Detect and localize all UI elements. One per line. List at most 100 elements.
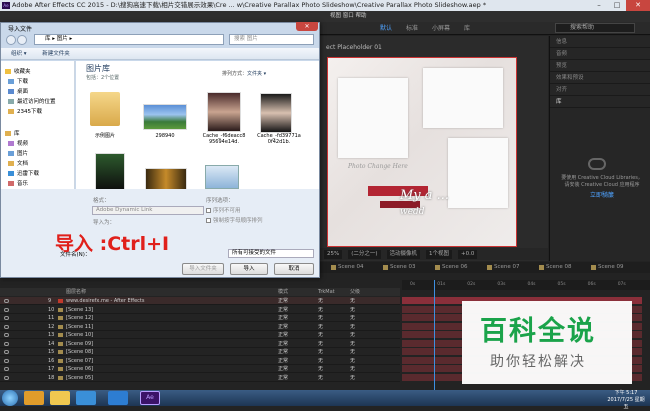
panel-info[interactable]: 信息 bbox=[550, 36, 650, 48]
trkmat-select[interactable]: 无 bbox=[318, 348, 323, 356]
parent-select[interactable]: 无 bbox=[350, 314, 355, 322]
layer-name[interactable]: [Scene 08] bbox=[66, 348, 93, 356]
search-input[interactable]: 搜索 图片 bbox=[229, 34, 314, 45]
layer-row[interactable]: 18 [Scene 05] 正常 无 无 bbox=[0, 374, 400, 382]
views-select[interactable]: 1个视图 bbox=[426, 249, 453, 259]
tab-scene-04[interactable]: Scene 04 bbox=[330, 262, 382, 273]
trkmat-select[interactable]: 无 bbox=[318, 331, 323, 339]
visibility-eye-icon[interactable] bbox=[4, 350, 9, 354]
tab-scene-03[interactable]: Scene 03 bbox=[382, 262, 434, 273]
file-name[interactable]: Cache_-f6deacc895694e14d. bbox=[202, 133, 246, 145]
portrait-thumbnail[interactable] bbox=[260, 93, 292, 133]
layer-row[interactable]: 17 [Scene 06] 正常 无 无 bbox=[0, 365, 400, 373]
maximize-button[interactable]: □ bbox=[608, 0, 626, 11]
nav-item-4[interactable]: 2345下载 bbox=[8, 108, 42, 116]
visibility-eye-icon[interactable] bbox=[4, 358, 9, 363]
layer-row[interactable]: 9 www.desirefx.me - After Effects 正常 无 无 bbox=[0, 297, 400, 305]
back-button[interactable] bbox=[6, 35, 16, 45]
parent-select[interactable]: 无 bbox=[350, 323, 355, 331]
panel-preview[interactable]: 预览 bbox=[550, 60, 650, 72]
layer-row[interactable]: 14 [Scene 09] 正常 无 无 bbox=[0, 340, 400, 348]
parent-select[interactable]: 无 bbox=[350, 374, 355, 382]
file-name[interactable]: 298940 bbox=[143, 133, 187, 139]
parent-select[interactable]: 无 bbox=[350, 306, 355, 314]
nav-item-5[interactable]: 库 bbox=[5, 130, 20, 138]
trkmat-select[interactable]: 无 bbox=[318, 297, 323, 305]
nav-item-3[interactable]: 最近访问的位置 bbox=[8, 98, 56, 106]
nav-item-2[interactable]: 桌面 bbox=[8, 88, 28, 96]
time-ruler[interactable]: 0s 01s 02s 03s 04s 05s 06s 07s bbox=[402, 280, 650, 290]
cc-install-link[interactable]: 立即騎簾 bbox=[560, 192, 644, 199]
nav-item-0[interactable]: 收藏夹 bbox=[5, 68, 31, 76]
sogou-icon[interactable] bbox=[108, 391, 128, 405]
layer-name[interactable]: [Scene 05] bbox=[66, 374, 93, 382]
chrome-icon[interactable] bbox=[24, 391, 44, 405]
clock[interactable]: 下午 5:17 2017/7/25 星期五 bbox=[606, 390, 646, 411]
blend-mode-select[interactable]: 正常 bbox=[278, 314, 288, 322]
organize-button[interactable]: 组织 ▾ bbox=[11, 51, 27, 57]
address-bar[interactable]: 库 ▸ 图片 ▸ bbox=[34, 34, 224, 45]
panel-libraries[interactable]: 库 bbox=[550, 96, 650, 108]
visibility-eye-icon[interactable] bbox=[4, 333, 9, 337]
nav-item-1[interactable]: 下载 bbox=[8, 78, 28, 86]
film-thumbnail[interactable] bbox=[145, 168, 187, 190]
parent-select[interactable]: 无 bbox=[350, 340, 355, 348]
tab-scene-09[interactable]: Scene 09 bbox=[590, 262, 642, 273]
nav-item-8[interactable]: 文档 bbox=[8, 160, 28, 168]
visibility-eye-icon[interactable] bbox=[4, 341, 9, 346]
new-folder-button[interactable]: 新建文件夹 bbox=[42, 51, 70, 57]
camera-select[interactable]: 活动摄像机 bbox=[386, 249, 421, 259]
sequence-checkbox[interactable]: 序列不可用 bbox=[206, 206, 241, 214]
folder-icon[interactable] bbox=[90, 92, 120, 126]
parent-select[interactable]: 无 bbox=[350, 365, 355, 373]
sort-by[interactable]: 排列方式：文件夹 ▾ bbox=[222, 70, 266, 77]
layer-row[interactable]: 13 [Scene 10] 正常 无 无 bbox=[0, 331, 400, 339]
layer-name[interactable]: [Scene 11] bbox=[66, 323, 93, 331]
visibility-eye-icon[interactable] bbox=[4, 307, 9, 312]
layer-name[interactable]: www.desirefx.me - After Effects bbox=[66, 297, 145, 305]
trkmat-select[interactable]: 无 bbox=[318, 365, 323, 373]
blend-mode-select[interactable]: 正常 bbox=[278, 297, 288, 305]
panel-effects-presets[interactable]: 效果和预设 bbox=[550, 72, 650, 84]
panel-align[interactable]: 对齐 bbox=[550, 84, 650, 96]
exposure-value[interactable]: +0.0 bbox=[458, 249, 478, 259]
format-select[interactable]: Adobe Dynamic Link bbox=[92, 206, 204, 215]
import-folder-button[interactable]: 导入文件夹 bbox=[182, 263, 224, 275]
import-button[interactable]: 导入 bbox=[230, 263, 268, 275]
layer-name[interactable]: [Scene 13] bbox=[66, 306, 93, 314]
blend-mode-select[interactable]: 正常 bbox=[278, 374, 288, 382]
cancel-button[interactable]: 取消 bbox=[274, 263, 314, 275]
parent-select[interactable]: 无 bbox=[350, 297, 355, 305]
visibility-eye-icon[interactable] bbox=[4, 324, 9, 329]
trkmat-select[interactable]: 无 bbox=[318, 323, 323, 331]
browser-icon[interactable] bbox=[76, 391, 96, 405]
close-window-button[interactable]: ✕ bbox=[626, 0, 650, 11]
menu-items[interactable]: 视图 窗口 帮助 bbox=[330, 13, 367, 19]
layer-name[interactable]: [Scene 06] bbox=[66, 365, 93, 373]
tab-scene-06[interactable]: Scene 06 bbox=[434, 262, 486, 273]
start-button[interactable] bbox=[2, 390, 18, 406]
layer-name[interactable]: [Scene 07] bbox=[66, 357, 93, 365]
blend-mode-select[interactable]: 正常 bbox=[278, 357, 288, 365]
file-type-select[interactable]: 所有可接受的文件 bbox=[228, 249, 314, 258]
visibility-eye-icon[interactable] bbox=[4, 316, 9, 320]
explorer-icon[interactable] bbox=[50, 391, 70, 405]
blend-mode-select[interactable]: 正常 bbox=[278, 331, 288, 339]
trkmat-select[interactable]: 无 bbox=[318, 314, 323, 322]
parent-select[interactable]: 无 bbox=[350, 357, 355, 365]
composition-canvas[interactable]: Photo Change Here My a ... wedd bbox=[327, 57, 517, 247]
layer-name[interactable]: [Scene 12] bbox=[66, 314, 93, 322]
layer-row[interactable]: 11 [Scene 12] 正常 无 无 bbox=[0, 314, 400, 322]
alphabetical-checkbox[interactable]: 强制按字母顺序排列 bbox=[206, 216, 263, 224]
layer-row[interactable]: 15 [Scene 08] 正常 无 无 bbox=[0, 348, 400, 356]
portrait-thumbnail[interactable] bbox=[95, 153, 125, 191]
nav-item-7[interactable]: 图片 bbox=[8, 150, 28, 158]
trkmat-select[interactable]: 无 bbox=[318, 374, 323, 382]
file-name[interactable]: Cache_-fd39771a0f42d1b. bbox=[257, 133, 301, 145]
parent-select[interactable]: 无 bbox=[350, 331, 355, 339]
portrait-thumbnail[interactable] bbox=[207, 92, 241, 132]
trkmat-select[interactable]: 无 bbox=[318, 357, 323, 365]
tab-scene-08[interactable]: Scene 08 bbox=[538, 262, 590, 273]
workspace-default[interactable]: 默认 bbox=[380, 22, 392, 35]
resolution-select[interactable]: (二分之一) bbox=[348, 249, 381, 259]
